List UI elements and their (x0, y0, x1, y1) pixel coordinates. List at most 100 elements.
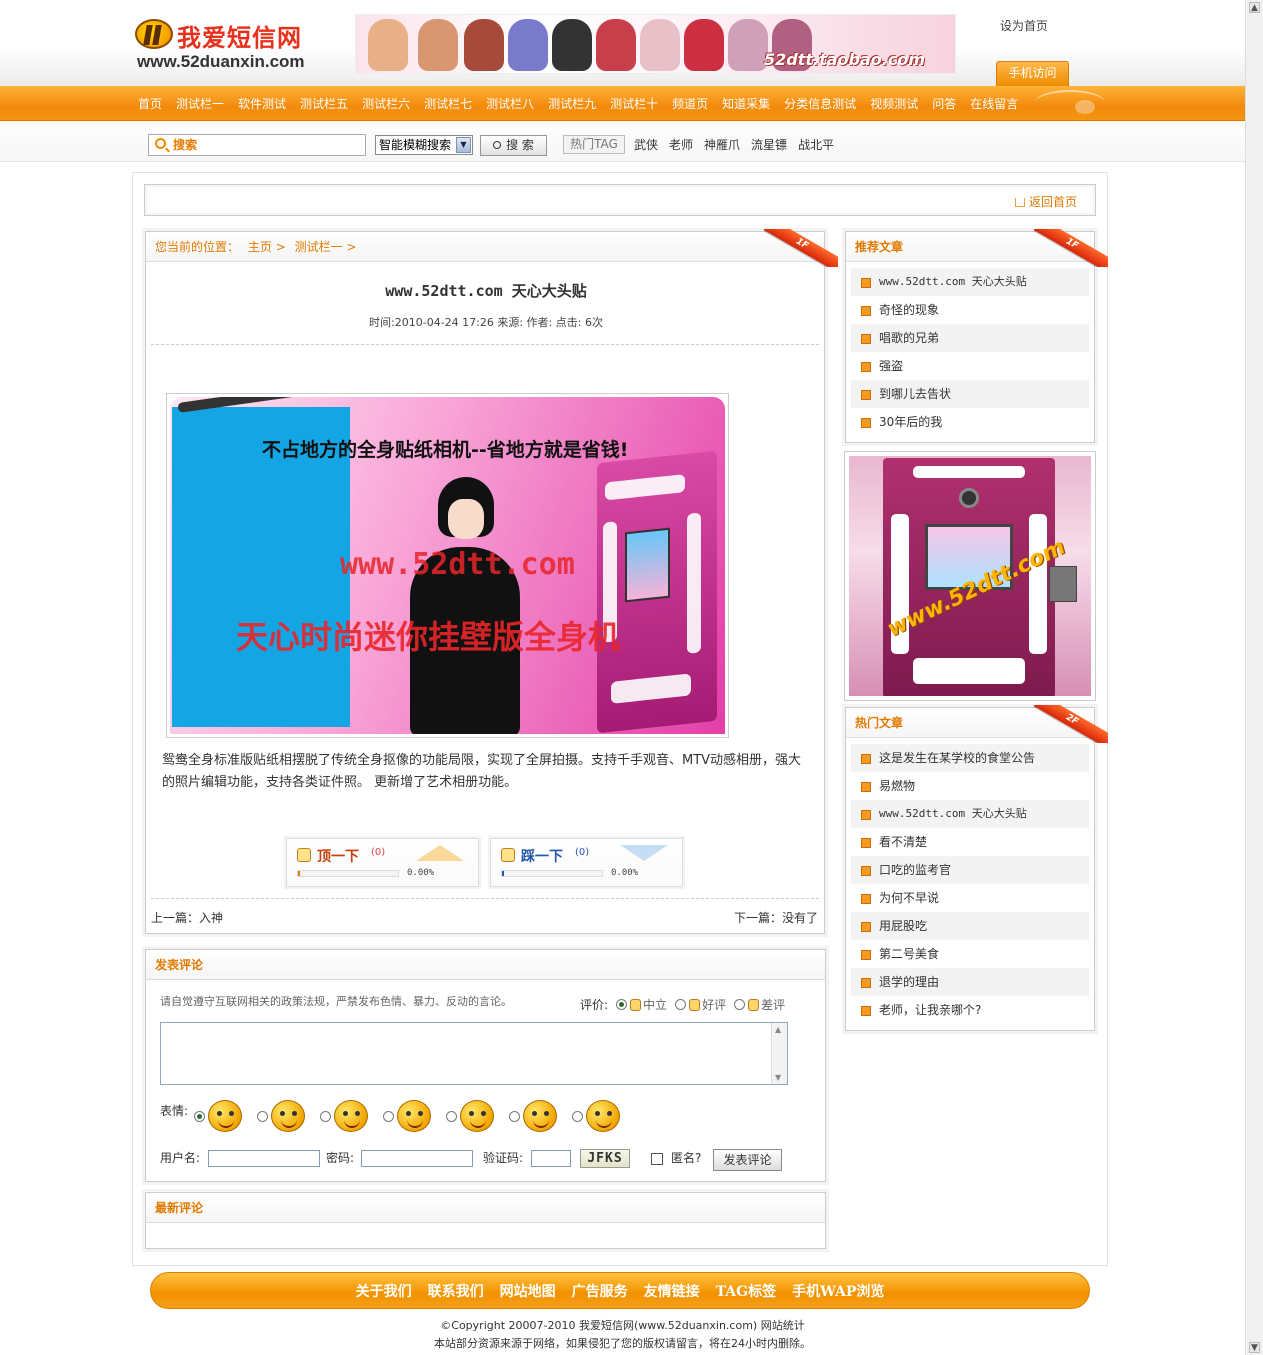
nav-item[interactable]: 软件测试 (238, 95, 286, 112)
scroll-down-icon[interactable]: ▼ (1249, 1342, 1260, 1353)
list-item[interactable]: 看不清楚 (851, 828, 1089, 856)
list-item[interactable]: 到哪儿去告状 (851, 380, 1089, 408)
captcha-image[interactable]: JFKS (580, 1149, 630, 1168)
textarea-scrollbar[interactable]: ▲ ▼ (771, 1023, 787, 1084)
emotion-option[interactable] (446, 1100, 509, 1132)
list-item[interactable]: 易燃物 (851, 772, 1089, 800)
nav-item[interactable]: 视频测试 (870, 95, 918, 112)
vote-down-bar (501, 870, 603, 877)
nav-item[interactable]: 测试栏九 (548, 95, 596, 112)
comment-form-panel: 发表评论 请自觉遵守互联网相关的政策法规，严禁发布色情、暴力、反动的言论。 评价… (145, 949, 826, 1182)
list-item[interactable]: 退学的理由 (851, 968, 1089, 996)
rating-neutral[interactable]: 中立 (616, 996, 667, 1013)
radio-icon[interactable] (320, 1110, 331, 1122)
nav-item[interactable]: 测试栏六 (362, 95, 410, 112)
hot-tag-link[interactable]: 神雁爪 (704, 136, 740, 153)
prev-article-link[interactable]: 上一篇：入神 (151, 909, 223, 926)
nav-item[interactable]: 测试栏五 (300, 95, 348, 112)
scroll-up-icon[interactable]: ▲ (1249, 2, 1260, 13)
list-item[interactable]: 口吃的监考官 (851, 856, 1089, 884)
site-logo[interactable]: 我爱短信网 www.52duanxin.com (135, 16, 335, 78)
username-input[interactable] (208, 1150, 320, 1167)
smiley-face-icon (460, 1100, 494, 1132)
nav-item[interactable]: 测试栏十 (610, 95, 658, 112)
password-input[interactable] (361, 1150, 473, 1167)
vote-up-button[interactable]: 顶一下 (0) 0.00% (286, 838, 479, 887)
vote-down-percent: 0.00% (611, 868, 639, 878)
list-item[interactable]: 第二号美食 (851, 940, 1089, 968)
divider (151, 344, 819, 345)
vote-down-button[interactable]: 踩一下 (0) 0.00% (490, 838, 683, 887)
emotion-option[interactable] (257, 1100, 320, 1132)
captcha-input[interactable] (531, 1150, 571, 1167)
set-homepage-link[interactable]: 设为首页 (1000, 17, 1048, 34)
emotion-option[interactable] (320, 1100, 383, 1132)
radio-icon[interactable] (572, 1110, 583, 1122)
list-item[interactable]: 唱歌的兄弟 (851, 324, 1089, 352)
radio-icon[interactable] (675, 999, 687, 1010)
footer-link[interactable]: TAG标签 (716, 1281, 776, 1301)
hot-tag-link[interactable]: 武侠 (634, 136, 658, 153)
emotion-option[interactable] (509, 1100, 572, 1132)
breadcrumb-category-link[interactable]: 测试栏一 (295, 240, 343, 254)
list-item[interactable]: 老师，让我亲哪个? (851, 996, 1089, 1024)
hot-tag-link[interactable]: 战北平 (798, 136, 834, 153)
nav-item[interactable]: 频道页 (672, 95, 708, 112)
nav-item[interactable]: 测试栏八 (486, 95, 534, 112)
footer-link[interactable]: 网站地图 (500, 1281, 556, 1301)
radio-icon[interactable] (734, 999, 746, 1010)
disclaimer-text: 本站部分资源来源于网络，如果侵犯了您的版权请留言，将在24小时内删除。 (434, 1337, 811, 1350)
nav-item[interactable]: 问答 (932, 95, 956, 112)
search-button[interactable]: 搜 索 (480, 135, 547, 156)
nav-item[interactable]: 知道采集 (722, 95, 770, 112)
footer-link[interactable]: 联系我们 (428, 1281, 484, 1301)
anonymous-checkbox[interactable] (651, 1153, 663, 1165)
recommended-title-label: 推荐文章 (855, 240, 904, 254)
hot-tag-link[interactable]: 流星镖 (751, 136, 787, 153)
list-item[interactable]: 强盗 (851, 352, 1089, 380)
nav-item[interactable]: 首页 (138, 95, 162, 112)
footer-link[interactable]: 关于我们 (356, 1281, 412, 1301)
submit-comment-button[interactable]: 发表评论 (713, 1149, 782, 1171)
sidebar-ad-image[interactable]: www.52dtt.com (844, 451, 1096, 701)
radio-selected-icon[interactable] (194, 1110, 205, 1122)
breadcrumb-home-link[interactable]: 主页 (248, 240, 272, 254)
radio-icon[interactable] (257, 1110, 268, 1122)
list-item[interactable]: www.52dtt.com 天心大头贴 (851, 800, 1089, 828)
list-item[interactable]: 30年后的我 (851, 408, 1089, 436)
list-item[interactable]: 为何不早说 (851, 884, 1089, 912)
nav-item[interactable]: 测试栏一 (176, 95, 224, 112)
rating-bad[interactable]: 差评 (734, 996, 785, 1013)
list-item[interactable]: www.52dtt.com 天心大头贴 (851, 268, 1089, 296)
nav-item[interactable]: 测试栏七 (424, 95, 472, 112)
footer-link[interactable]: 友情链接 (644, 1281, 700, 1301)
emotion-option[interactable] (194, 1100, 257, 1132)
footer-link[interactable]: 手机WAP浏览 (792, 1281, 884, 1301)
rating-group: 评价: 中立 好评 差评 (580, 996, 785, 1013)
next-article-link[interactable]: 下一篇：没有了 (734, 909, 818, 926)
copyright-text: ©Copyright 20007-2010 我爱短信网(www.52duanxi… (440, 1319, 805, 1332)
comment-textarea[interactable]: ▲ ▼ (160, 1022, 788, 1085)
nav-item[interactable]: 分类信息测试 (784, 95, 856, 112)
hot-tag-link[interactable]: 老师 (669, 136, 693, 153)
rating-good[interactable]: 好评 (675, 996, 726, 1013)
smiley-face-icon (586, 1100, 620, 1132)
radio-icon[interactable] (446, 1110, 457, 1122)
search-mode-select[interactable]: 智能模糊搜索 ▼ (375, 135, 473, 155)
footer-link[interactable]: 广告服务 (572, 1281, 628, 1301)
search-input[interactable]: 搜索 (148, 134, 366, 156)
mobile-access-tab[interactable]: 手机访问 (996, 61, 1069, 86)
header-banner-ad[interactable]: 52dtt.taobao.com (355, 14, 956, 74)
hot-title-label: 热门文章 (855, 716, 904, 730)
list-item[interactable]: 这是发生在某学校的食堂公告 (851, 744, 1089, 772)
radio-icon[interactable] (509, 1110, 520, 1122)
emotion-option[interactable] (572, 1100, 635, 1132)
radio-icon[interactable] (383, 1110, 394, 1122)
emotion-option[interactable] (383, 1100, 446, 1132)
nav-item[interactable]: 在线留言 (970, 95, 1018, 112)
list-item[interactable]: 奇怪的现象 (851, 296, 1089, 324)
radio-selected-icon[interactable] (616, 999, 628, 1010)
back-home-link[interactable]: 返回首页 (1014, 193, 1077, 210)
list-item[interactable]: 用屁股吃 (851, 912, 1089, 940)
window-scrollbar[interactable]: ▲ ▼ (1245, 0, 1263, 1355)
